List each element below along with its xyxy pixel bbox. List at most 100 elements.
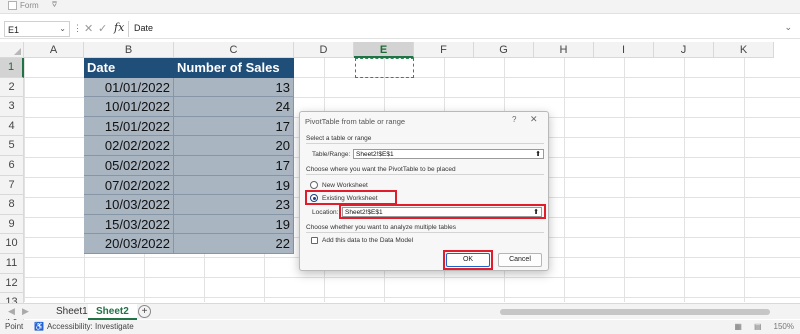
section-placement: Choose where you want the PivotTable to … — [306, 166, 456, 173]
new-worksheet-radio[interactable] — [310, 181, 318, 189]
close-icon[interactable]: ✕ — [530, 114, 538, 125]
column-header-i[interactable]: I — [594, 42, 654, 58]
dialog-title: PivotTable from table or range — [305, 117, 406, 126]
divider — [128, 21, 129, 37]
horizontal-scrollbar[interactable] — [490, 308, 790, 316]
row-header-3[interactable]: 3 — [0, 97, 24, 117]
cancel-button[interactable]: Cancel — [498, 253, 542, 267]
column-header-h[interactable]: H — [534, 42, 594, 58]
table-cell[interactable]: 05/02/2022 — [84, 156, 174, 176]
ribbon-strip: Form ⩢ — [0, 0, 800, 14]
table-header-cell[interactable]: Date — [84, 58, 174, 78]
column-header-b[interactable]: B — [84, 42, 174, 58]
copy-marquee — [355, 58, 414, 78]
cancel-icon[interactable]: ✕ — [84, 22, 93, 35]
highlight-location — [339, 204, 546, 219]
row-header-2[interactable]: 2 — [0, 77, 24, 98]
table-cell[interactable]: 10/03/2022 — [84, 195, 174, 215]
add-sheet-button[interactable]: + — [138, 305, 151, 318]
row-header-10[interactable]: 10 — [0, 234, 24, 254]
row-header-12[interactable]: 12 — [0, 273, 24, 294]
mode-indicator: Point — [5, 322, 24, 331]
row-header-7[interactable]: 7 — [0, 175, 24, 196]
divider — [306, 143, 544, 144]
column-header-g[interactable]: G — [474, 42, 534, 58]
new-worksheet-label[interactable]: New Worksheet — [322, 182, 368, 189]
column-header-j[interactable]: J — [654, 42, 714, 58]
sheet-tab-bar: ◀ ▶ Sheet1 Sheet2 + — [0, 303, 800, 320]
table-cell[interactable]: 01/01/2022 — [84, 77, 174, 98]
row-header-9[interactable]: 9 — [0, 214, 24, 235]
table-cell[interactable]: 24 — [174, 97, 294, 117]
table-cell[interactable]: 19 — [174, 214, 294, 235]
quick-access-dropdown-icon[interactable]: ⩢ — [52, 0, 57, 10]
scrollbar-thumb[interactable] — [500, 309, 770, 315]
form-icon — [8, 1, 17, 10]
form-button[interactable]: Form — [8, 1, 39, 10]
excel-window: Form ⩢ E1 ⌄ ⋮ ✕ ✓ fx Date ⌄ ABCDEFGHIJK … — [0, 0, 800, 334]
scroll-right-icon[interactable]: ▶ — [22, 306, 29, 317]
table-cell[interactable]: 17 — [174, 116, 294, 137]
table-cell[interactable]: 02/02/2022 — [84, 136, 174, 156]
row-header-11[interactable]: 11 — [0, 254, 24, 274]
table-range-input[interactable]: Sheet2!$E$1 ⬆ — [353, 149, 544, 159]
table-header-cell[interactable]: Number of Sales — [174, 58, 294, 78]
column-header-f[interactable]: F — [414, 42, 474, 58]
scroll-left-icon[interactable]: ◀ — [8, 306, 15, 317]
column-header-c[interactable]: C — [174, 42, 294, 58]
insert-function-icon[interactable]: fx — [114, 21, 124, 34]
formula-bar: E1 ⌄ ⋮ ✕ ✓ fx Date ⌄ — [0, 19, 800, 39]
expand-formula-bar-icon[interactable]: ⌄ — [784, 22, 792, 33]
view-controls: ▦ ▤ 150% — [734, 322, 794, 331]
column-header-a[interactable]: A — [24, 42, 84, 58]
status-bar: Point ♿ Accessibility: Investigate ▦ ▤ 1… — [0, 320, 800, 334]
section-multiple-tables: Choose whether you want to analyze multi… — [306, 224, 456, 231]
table-cell[interactable]: 19 — [174, 175, 294, 196]
row-header-4[interactable]: 4 — [0, 116, 24, 137]
page-layout-icon[interactable]: ▤ — [754, 322, 762, 331]
data-model-checkbox[interactable] — [311, 237, 318, 244]
name-box-value: E1 — [8, 25, 20, 35]
location-label: Location: — [312, 209, 339, 216]
section-select-table: Select a table or range — [306, 135, 372, 142]
pivottable-dialog: PivotTable from table or range ? ✕ Selec… — [299, 111, 549, 271]
normal-view-icon[interactable]: ▦ — [734, 322, 742, 331]
column-header-e[interactable]: E — [354, 42, 414, 58]
accessibility-label: Accessibility: Investigate — [46, 322, 134, 331]
collapse-dialog-icon[interactable]: ⬆ — [535, 150, 541, 158]
tab-sheet2[interactable]: Sheet2 — [88, 304, 137, 320]
divider — [306, 174, 544, 175]
highlight-existing-worksheet — [305, 190, 397, 205]
table-cell[interactable]: 20 — [174, 136, 294, 156]
table-cell[interactable]: 10/01/2022 — [84, 97, 174, 117]
formula-input[interactable]: Date — [134, 23, 153, 33]
table-cell[interactable]: 17 — [174, 156, 294, 176]
select-all-button[interactable] — [0, 42, 24, 58]
row-header-1[interactable]: 1 — [0, 58, 24, 78]
more-icon[interactable]: ⋮ — [73, 23, 82, 34]
row-header-5[interactable]: 5 — [0, 136, 24, 156]
name-box[interactable]: E1 ⌄ — [4, 21, 70, 37]
column-header-k[interactable]: K — [714, 42, 774, 58]
table-cell[interactable]: 23 — [174, 195, 294, 215]
table-cell[interactable]: 07/02/2022 — [84, 175, 174, 196]
row-header-6[interactable]: 6 — [0, 156, 24, 176]
table-cell[interactable]: 15/03/2022 — [84, 214, 174, 235]
table-cell[interactable]: 15/01/2022 — [84, 116, 174, 137]
chevron-down-icon[interactable]: ⌄ — [59, 24, 66, 33]
table-cell[interactable]: 22 — [174, 234, 294, 254]
table-cell[interactable]: 13 — [174, 77, 294, 98]
table-cell[interactable]: 20/03/2022 — [84, 234, 174, 254]
accessibility-status[interactable]: ♿ Accessibility: Investigate — [34, 322, 134, 331]
enter-icon[interactable]: ✓ — [98, 22, 107, 35]
zoom-level[interactable]: 150% — [774, 322, 794, 331]
help-icon[interactable]: ? — [512, 115, 516, 124]
table-range-value: Sheet2!$E$1 — [356, 151, 394, 158]
table-range-label: Table/Range: — [312, 151, 351, 158]
highlight-ok — [443, 250, 493, 270]
row-header-8[interactable]: 8 — [0, 195, 24, 215]
accessibility-icon: ♿ — [34, 322, 44, 331]
data-model-label[interactable]: Add this data to the Data Model — [322, 237, 413, 244]
form-label: Form — [20, 1, 39, 10]
column-header-d[interactable]: D — [294, 42, 354, 58]
